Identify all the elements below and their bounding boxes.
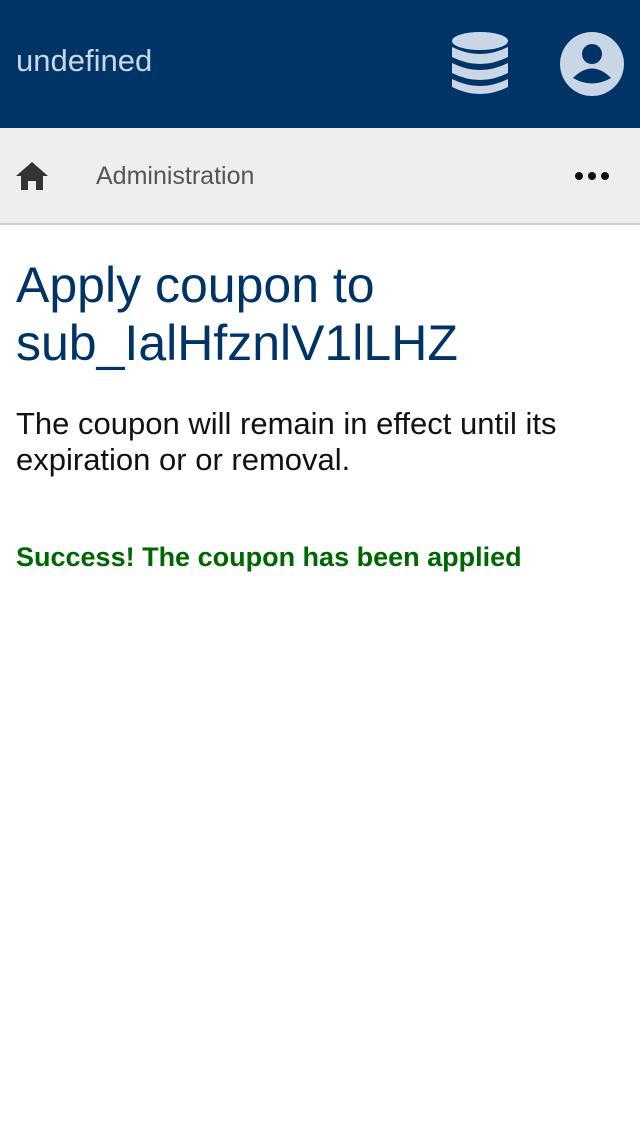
database-icon	[452, 32, 508, 94]
success-message: Success! The coupon has been applied	[16, 542, 522, 572]
account-button[interactable]	[556, 28, 628, 100]
toolbar: Administration	[0, 128, 640, 225]
home-button[interactable]	[8, 152, 56, 200]
database-button[interactable]	[444, 28, 516, 100]
app-title: undefined	[16, 43, 153, 78]
more-horizontal-icon	[575, 172, 609, 180]
more-menu-button[interactable]	[560, 152, 624, 200]
coupon-description: The coupon will remain in effect until i…	[16, 406, 557, 477]
app-bar: undefined	[0, 0, 640, 128]
breadcrumb-administration[interactable]: Administration	[96, 161, 254, 191]
account-circle-icon	[560, 32, 624, 96]
home-icon	[16, 162, 48, 190]
page-title: Apply coupon to sub_IalHfznlV1lLHZ	[16, 257, 458, 371]
main-content: Apply coupon to sub_IalHfznlV1lLHZ The c…	[16, 256, 616, 574]
